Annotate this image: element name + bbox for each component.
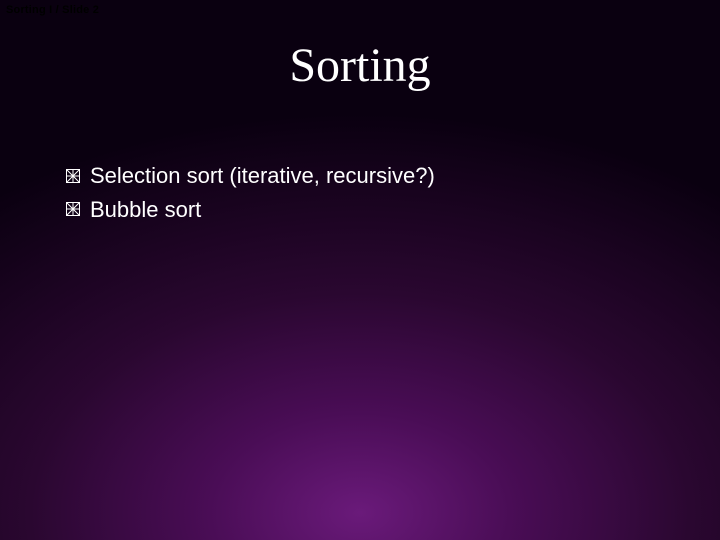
slide-title: Sorting <box>0 38 720 93</box>
bullet-text: Selection sort (iterative, recursive?) <box>90 162 435 190</box>
star-box-icon <box>66 169 80 183</box>
slide-header: Sorting I / Slide 2 <box>6 4 99 16</box>
bullet-text: Bubble sort <box>90 196 201 224</box>
header-text: Sorting I / Slide 2 <box>6 4 99 16</box>
list-item: Selection sort (iterative, recursive?) <box>66 162 680 190</box>
list-item: Bubble sort <box>66 196 680 224</box>
slide-body: Selection sort (iterative, recursive?) B… <box>66 162 680 229</box>
star-box-icon <box>66 202 80 216</box>
slide: Sorting I / Slide 2 Sorting Selection so… <box>0 0 720 540</box>
